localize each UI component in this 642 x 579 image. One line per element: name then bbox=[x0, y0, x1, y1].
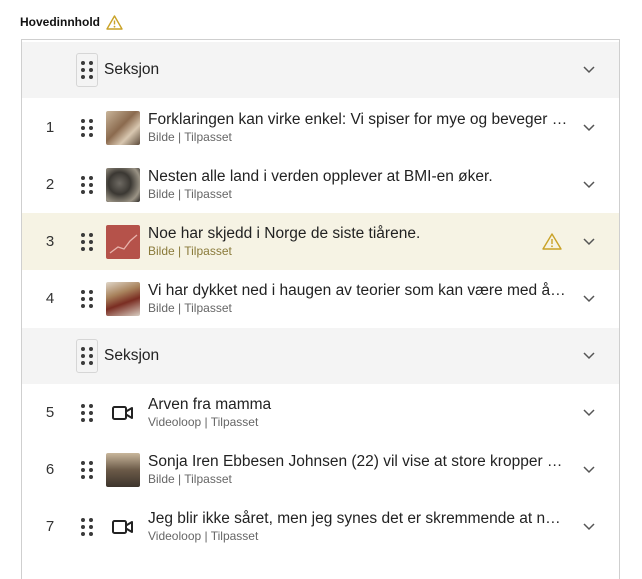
drag-handle-icon[interactable] bbox=[78, 116, 96, 140]
warning-icon bbox=[106, 14, 123, 30]
thumbnail-image bbox=[106, 167, 140, 202]
content-list: Seksjon 1 Forklaringen kan virke enkel: … bbox=[21, 39, 620, 579]
drag-handle-icon[interactable] bbox=[78, 458, 96, 482]
chevron-down-icon[interactable] bbox=[583, 180, 619, 189]
item-title: Vi har dykket ned i haugen av teorier so… bbox=[148, 282, 568, 299]
drag-handle-icon[interactable] bbox=[76, 339, 98, 373]
chevron-down-icon[interactable] bbox=[583, 123, 619, 132]
item-meta: Bilde | Tilpasset bbox=[148, 130, 232, 144]
chevron-down-icon[interactable] bbox=[583, 522, 619, 531]
chevron-down-icon[interactable] bbox=[583, 408, 619, 417]
item-title: Forklaringen kan virke enkel: Vi spiser … bbox=[148, 111, 568, 128]
list-item[interactable]: 2 Nesten alle land i verden opplever at … bbox=[22, 156, 619, 213]
item-meta: Bilde | Tilpasset bbox=[148, 187, 232, 201]
section-row[interactable]: Seksjon bbox=[22, 328, 619, 384]
warning-icon bbox=[541, 233, 563, 250]
list-item[interactable]: 5 Arven fra mamma Videoloop | Tilpasset bbox=[22, 384, 619, 441]
list-item[interactable]: 6 Sonja Iren Ebbesen Johnsen (22) vil vi… bbox=[22, 441, 619, 498]
content-heading: Hovedinnhold bbox=[20, 12, 123, 32]
thumbnail-image bbox=[106, 452, 140, 487]
section-label: Seksjon bbox=[104, 61, 160, 78]
list-item[interactable]: 4 Vi har dykket ned i haugen av teorier … bbox=[22, 270, 619, 327]
item-number: 5 bbox=[45, 404, 55, 421]
drag-handle-icon[interactable] bbox=[76, 53, 98, 87]
item-meta: Videoloop | Tilpasset bbox=[148, 415, 259, 429]
item-meta: Bilde | Tilpasset bbox=[148, 472, 232, 486]
item-title: Sonja Iren Ebbesen Johnsen (22) vil vise… bbox=[148, 453, 568, 470]
item-number: 1 bbox=[45, 119, 55, 136]
item-meta: Videoloop | Tilpasset bbox=[148, 529, 259, 543]
chevron-down-icon[interactable] bbox=[583, 237, 619, 246]
item-number: 7 bbox=[45, 518, 55, 535]
item-title: Arven fra mamma bbox=[148, 396, 272, 413]
thumbnail-image bbox=[106, 224, 140, 259]
video-camera-icon bbox=[106, 396, 140, 430]
drag-handle-icon[interactable] bbox=[78, 287, 96, 311]
heading-title: Hovedinnhold bbox=[20, 15, 100, 29]
list-item[interactable]: 1 Forklaringen kan virke enkel: Vi spise… bbox=[22, 99, 619, 156]
item-meta: Bilde | Tilpasset bbox=[148, 244, 232, 258]
list-item[interactable]: 3 Noe har skjedd i Norge de siste tiåren… bbox=[22, 213, 619, 270]
drag-handle-icon[interactable] bbox=[78, 173, 96, 197]
item-number: 2 bbox=[45, 176, 55, 193]
video-camera-icon bbox=[106, 510, 140, 544]
item-number: 4 bbox=[45, 290, 55, 307]
chevron-down-icon[interactable] bbox=[583, 294, 619, 303]
chevron-down-icon[interactable] bbox=[583, 465, 619, 474]
list-item[interactable]: 7 Jeg blir ikke såret, men jeg synes det… bbox=[22, 498, 619, 555]
chevron-down-icon[interactable] bbox=[583, 352, 619, 360]
item-title: Jeg blir ikke såret, men jeg synes det e… bbox=[148, 510, 568, 527]
item-number: 6 bbox=[45, 461, 55, 478]
item-number: 3 bbox=[45, 233, 55, 250]
item-title: Noe har skjedd i Norge de siste tiårene. bbox=[148, 225, 421, 242]
section-row[interactable]: Seksjon bbox=[22, 42, 619, 98]
thumbnail-image bbox=[106, 110, 140, 145]
chevron-down-icon[interactable] bbox=[583, 66, 619, 74]
item-title: Nesten alle land i verden opplever at BM… bbox=[148, 168, 493, 185]
drag-handle-icon[interactable] bbox=[78, 515, 96, 539]
thumbnail-image bbox=[106, 281, 140, 316]
item-meta: Bilde | Tilpasset bbox=[148, 301, 232, 315]
section-label: Seksjon bbox=[104, 347, 160, 364]
drag-handle-icon[interactable] bbox=[78, 230, 96, 254]
drag-handle-icon[interactable] bbox=[78, 401, 96, 425]
